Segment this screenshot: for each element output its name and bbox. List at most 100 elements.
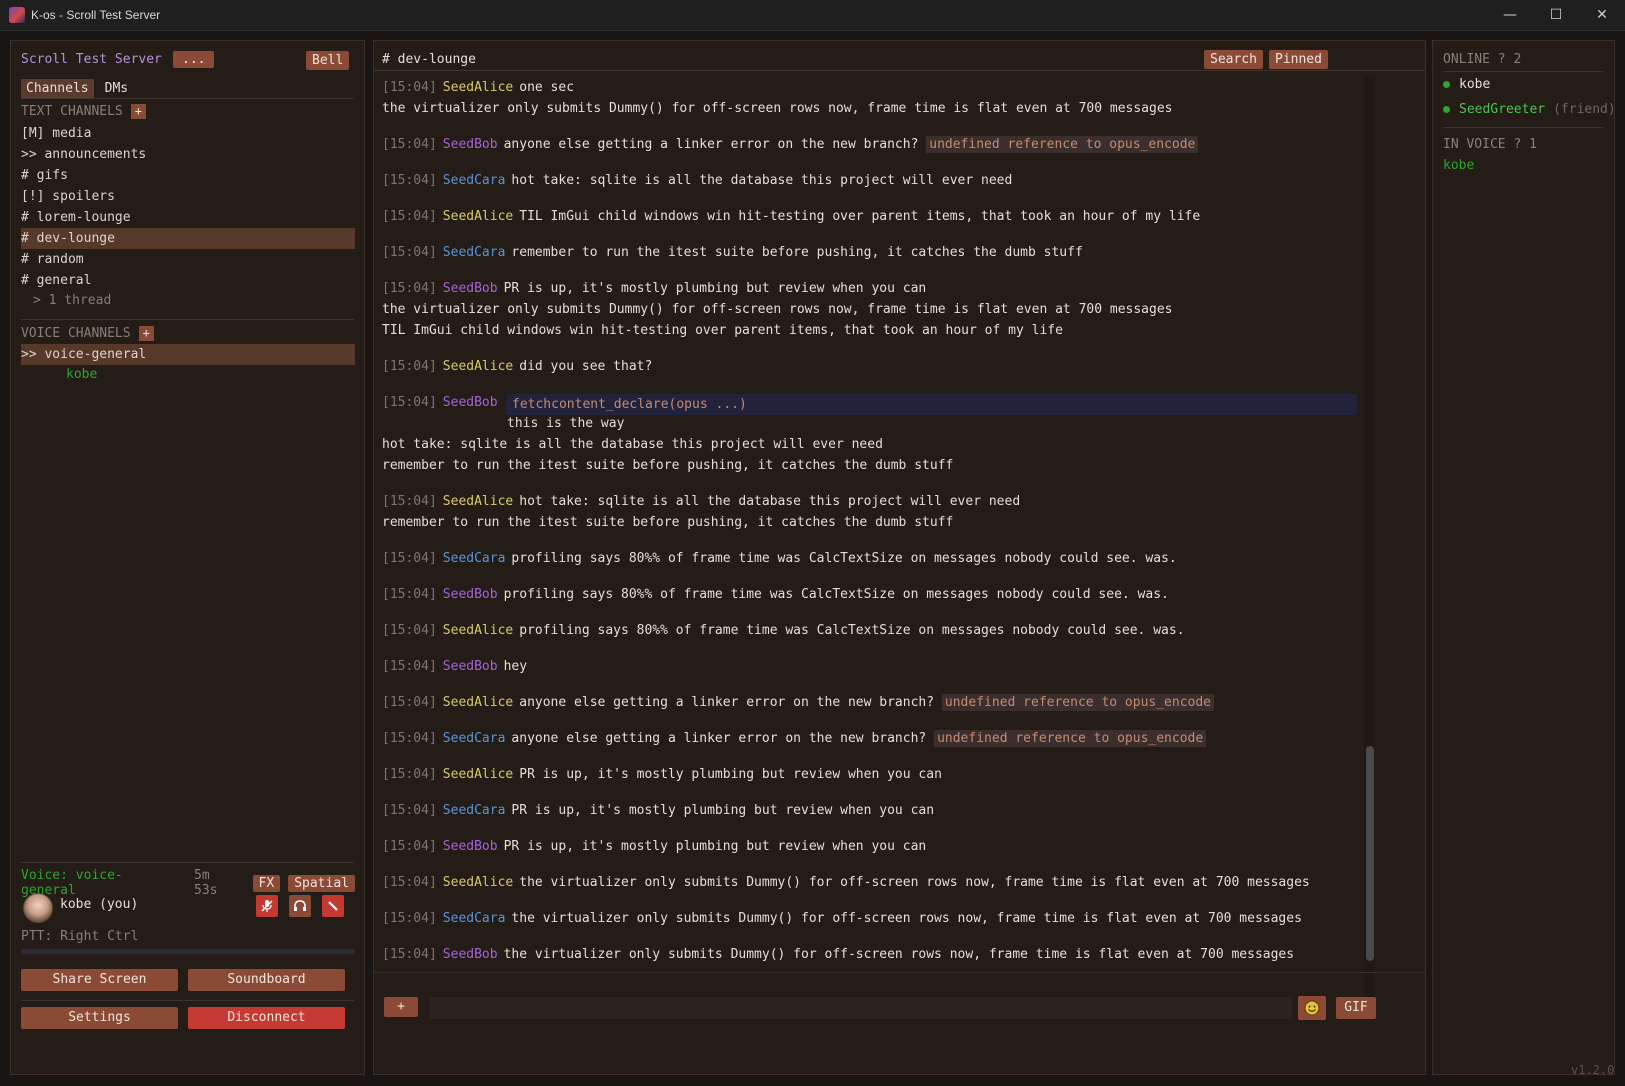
tab-channels[interactable]: Channels — [21, 79, 94, 99]
message-author[interactable]: SeedBob — [443, 395, 498, 410]
message-author[interactable]: SeedBob — [443, 587, 498, 602]
message-author[interactable]: SeedAlice — [443, 767, 513, 782]
message[interactable]: [15:04] SeedAlice profiling says 80%% of f… — [382, 620, 1357, 641]
thread-link[interactable]: > 1 thread — [33, 293, 111, 308]
message[interactable]: [15:04] SeedAlice PR is up, it's mostly pl… — [382, 764, 1357, 785]
member-seedgreeter[interactable]: SeedGreeter (friend) — [1443, 102, 1614, 117]
message-continuation[interactable]: remember to run the itest suite before p… — [382, 512, 1357, 533]
message[interactable]: [15:04] SeedBob fetchcontent_declare(opus … — [382, 392, 1357, 415]
fx-button[interactable]: FX — [252, 874, 281, 892]
channel-item-announcements[interactable]: >> announcements — [21, 144, 355, 165]
message-timestamp: [15:04] — [382, 659, 437, 674]
message[interactable]: [15:04] SeedCara profiling says 80%% of fr… — [382, 548, 1357, 569]
divider — [21, 862, 354, 863]
message-continuation[interactable]: remember to run the itest suite before p… — [382, 455, 1357, 476]
divider — [1443, 71, 1603, 72]
message[interactable]: [15:04] SeedBob the virtualizer only submi… — [382, 944, 1357, 965]
message[interactable]: [15:04] SeedAlice hot take: sqlite is all … — [382, 491, 1357, 512]
share-screen-button[interactable]: Share Screen — [21, 969, 178, 991]
message-author[interactable]: SeedAlice — [443, 875, 513, 890]
message[interactable]: [15:04] SeedCara the virtualizer only subm… — [382, 908, 1357, 929]
message-continuation[interactable]: this is the way — [382, 413, 1357, 434]
smiley-icon[interactable] — [1298, 996, 1326, 1020]
message-author[interactable]: SeedBob — [443, 947, 498, 962]
phone-hangup-icon[interactable] — [322, 895, 344, 917]
disconnect-button[interactable]: Disconnect — [188, 1007, 345, 1029]
voice-member-kobe[interactable]: kobe — [1443, 158, 1474, 173]
message[interactable]: [15:04] SeedBob profiling says 80%% of fra… — [382, 584, 1357, 605]
settings-button[interactable]: Settings — [21, 1007, 178, 1029]
channel-item-general[interactable]: # general — [21, 270, 355, 291]
spatial-button[interactable]: Spatial — [288, 874, 355, 892]
maximize-icon[interactable]: ☐ — [1533, 0, 1579, 30]
message-text: remember to run the itest suite before p… — [382, 515, 954, 530]
message-author[interactable]: SeedAlice — [443, 80, 513, 95]
bell-button[interactable]: Bell — [306, 51, 350, 70]
message[interactable]: [15:04] SeedAlice one sec — [382, 77, 1357, 98]
gif-button[interactable]: GIF — [1336, 997, 1376, 1019]
message-author[interactable]: SeedCara — [443, 173, 506, 188]
message-continuation[interactable]: the virtualizer only submits Dummy() for… — [382, 98, 1357, 119]
server-name[interactable]: Scroll Test Server — [21, 52, 162, 67]
minimize-icon[interactable]: — — [1487, 0, 1533, 30]
message-timestamp: [15:04] — [382, 623, 437, 638]
message-author[interactable]: SeedCara — [443, 911, 506, 926]
message-author[interactable]: SeedCara — [443, 245, 506, 260]
message-author[interactable]: SeedCara — [443, 551, 506, 566]
message-author[interactable]: SeedAlice — [443, 359, 513, 374]
message-author[interactable]: SeedCara — [443, 731, 506, 746]
message-author[interactable]: SeedAlice — [443, 695, 513, 710]
message[interactable]: [15:04] SeedBob PR is up, it's mostly plum… — [382, 836, 1357, 857]
search-button[interactable]: Search — [1204, 50, 1263, 69]
add-text-channel-button[interactable]: + — [130, 104, 146, 119]
message-author[interactable]: SeedAlice — [443, 494, 513, 509]
attach-button[interactable]: + — [384, 997, 418, 1017]
avatar[interactable] — [23, 893, 53, 923]
scrollbar-thumb[interactable] — [1366, 746, 1374, 961]
message-author[interactable]: SeedAlice — [443, 209, 513, 224]
message-author[interactable]: SeedBob — [443, 839, 498, 854]
pinned-button[interactable]: Pinned — [1269, 50, 1328, 69]
message-input[interactable] — [430, 997, 1292, 1019]
message[interactable]: [15:04] SeedAlice did you see that? — [382, 356, 1357, 377]
message[interactable]: [15:04] SeedAlice the virtualizer only sub… — [382, 872, 1357, 893]
channel-item-dev-lounge[interactable]: # dev-lounge — [21, 228, 355, 249]
message-list[interactable]: [15:04] SeedAlice one sec the virtualizer o… — [382, 77, 1357, 1002]
channel-item-lorem-lounge[interactable]: # lorem-lounge — [21, 207, 355, 228]
message-continuation[interactable]: hot take: sqlite is all the database thi… — [382, 434, 1357, 455]
add-voice-channel-button[interactable]: + — [138, 326, 154, 341]
channel-item-media[interactable]: [M] media — [21, 123, 355, 144]
message-author[interactable]: SeedBob — [443, 659, 498, 674]
voice-user-kobe[interactable]: kobe — [66, 367, 97, 382]
message-author[interactable]: SeedCara — [443, 803, 506, 818]
server-menu-button[interactable]: ... — [173, 51, 215, 68]
message[interactable]: [15:04] SeedCara PR is up, it's mostly plu… — [382, 800, 1357, 821]
message[interactable]: [15:04] SeedBob anyone else getting a link… — [382, 134, 1357, 155]
message[interactable]: [15:04] SeedBob PR is up, it's mostly plum… — [382, 278, 1357, 299]
channel-item-spoilers[interactable]: [!] spoilers — [21, 186, 355, 207]
mic-slash-icon[interactable] — [256, 895, 278, 917]
message[interactable]: [15:04] SeedCara hot take: sqlite is all t… — [382, 170, 1357, 191]
channel-item-gifs[interactable]: # gifs — [21, 165, 355, 186]
message-text: the virtualizer only submits Dummy() for… — [382, 101, 1173, 116]
message-author[interactable]: SeedBob — [443, 281, 498, 296]
close-icon[interactable]: ✕ — [1579, 0, 1625, 30]
message-text: the virtualizer only submits Dummy() for… — [519, 875, 1310, 890]
message[interactable]: [15:04] SeedCara anyone else getting a lin… — [382, 728, 1357, 749]
headphones-icon[interactable] — [289, 895, 311, 917]
message-continuation[interactable]: TIL ImGui child windows win hit-testing … — [382, 320, 1357, 341]
message[interactable]: [15:04] SeedCara remember to run the itest… — [382, 242, 1357, 263]
message-text: the virtualizer only submits Dummy() for… — [503, 947, 1295, 962]
voice-channel-general[interactable]: >> voice-general — [21, 344, 355, 365]
message-continuation[interactable]: the virtualizer only submits Dummy() for… — [382, 299, 1357, 320]
channel-item-random[interactable]: # random — [21, 249, 355, 270]
soundboard-button[interactable]: Soundboard — [188, 969, 345, 991]
message[interactable]: [15:04] SeedAlice anyone else getting a li… — [382, 692, 1357, 713]
message[interactable]: [15:04] SeedBob hey — [382, 656, 1357, 677]
message-author[interactable]: SeedBob — [443, 137, 498, 152]
member-kobe[interactable]: kobe — [1443, 77, 1490, 92]
tab-dms[interactable]: DMs — [100, 79, 133, 99]
message-timestamp: [15:04] — [382, 209, 437, 224]
message[interactable]: [15:04] SeedAlice TIL ImGui child windows … — [382, 206, 1357, 227]
message-author[interactable]: SeedAlice — [443, 623, 513, 638]
